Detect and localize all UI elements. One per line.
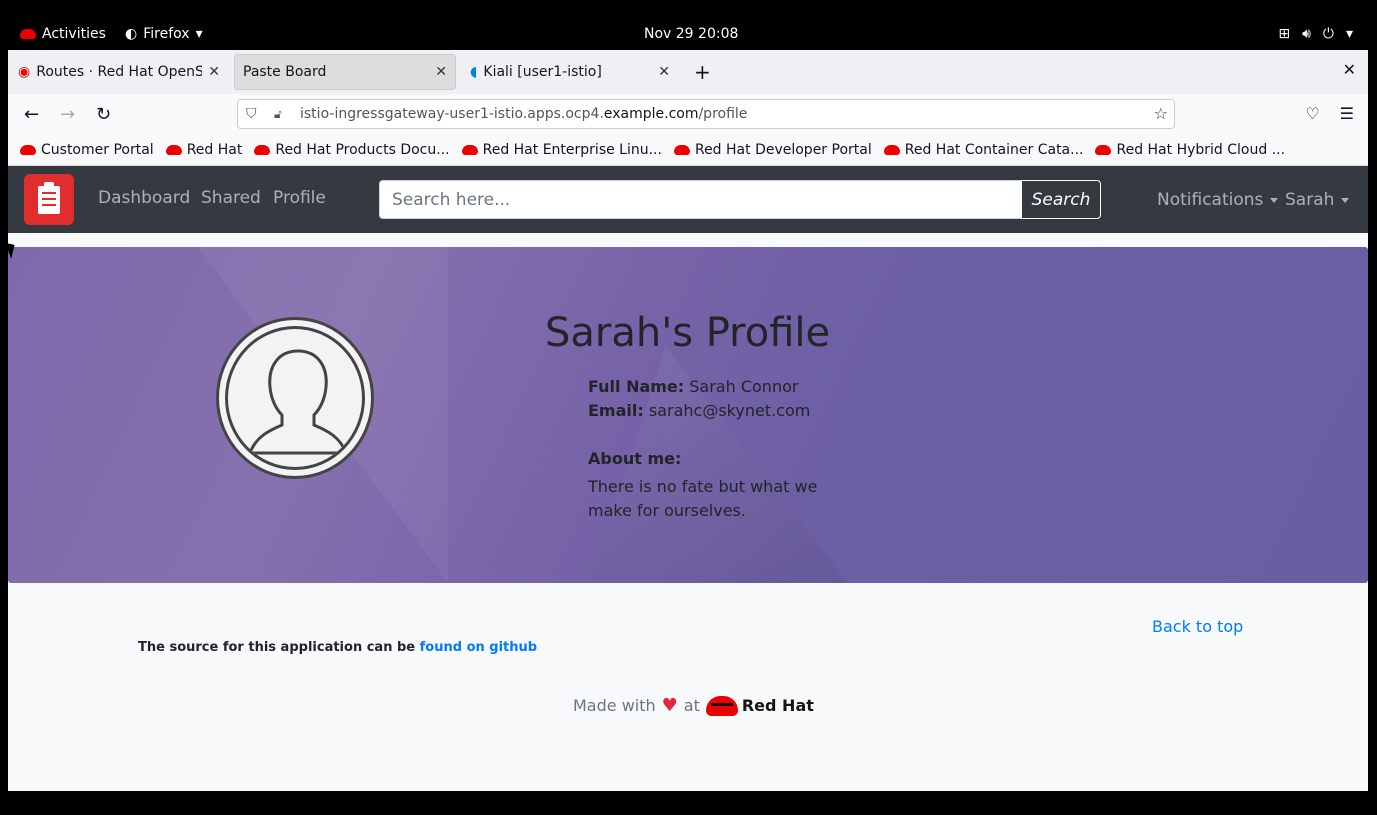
bookmark-item[interactable]: Red Hat Hybrid Cloud ... — [1095, 142, 1285, 158]
bookmark-item[interactable]: Red Hat Enterprise Linu... — [461, 142, 662, 158]
app-menu[interactable]: ◐ Firefox ▾ — [125, 26, 203, 42]
full-name-value: Sarah Connor — [689, 377, 799, 396]
activities-button[interactable]: Activities — [20, 26, 106, 42]
tab-paste-board[interactable]: Paste Board ✕ — [234, 54, 456, 90]
nav-profile-link[interactable]: Profile — [273, 188, 326, 208]
bookmark-item[interactable]: Red Hat Products Docu... — [254, 142, 450, 158]
about-text: There is no fate but what we make for ou… — [588, 477, 818, 520]
hamburger-menu-icon[interactable]: ☰ — [1340, 104, 1354, 123]
notifications-dropdown[interactable]: Notifications — [1157, 190, 1279, 210]
system-tray[interactable]: ⊞ 🔊︎ ⏻ ▾ — [1278, 26, 1353, 42]
volume-icon: 🔊︎ — [1302, 26, 1311, 42]
notifications-label: Notifications — [1157, 190, 1264, 210]
window-close-icon[interactable]: ✕ — [1343, 60, 1356, 79]
toolbar-right: ♡ ☰ — [1305, 104, 1354, 123]
chevron-down-icon: ▾ — [1345, 26, 1353, 42]
chevron-down-icon: ▾ — [195, 26, 203, 42]
full-name-label: Full Name: — [588, 377, 685, 396]
redhat-icon — [20, 29, 36, 39]
email-row: Email: sarahc@skynet.com — [588, 401, 810, 420]
made-with-footer: Made with ♥ at Red Hat — [573, 695, 814, 716]
email-value: sarahc@skynet.com — [648, 401, 811, 420]
new-tab-button[interactable]: + — [694, 60, 711, 84]
tab-label: Routes · Red Hat OpenShi — [36, 64, 203, 80]
about-label: About me: — [588, 449, 682, 468]
app-navbar: Dashboard Shared Profile Search Notifica… — [8, 166, 1368, 233]
redhat-icon — [1095, 144, 1112, 155]
firefox-window: ◉ Routes · Red Hat OpenShi ✕ Paste Board… — [8, 50, 1368, 791]
shield-icon[interactable]: ⛉ — [246, 106, 262, 122]
bookmark-item[interactable]: Red Hat — [165, 142, 242, 158]
bookmarks-toolbar: Customer Portal Red Hat Red Hat Products… — [8, 134, 1368, 166]
redhat-icon — [673, 144, 690, 155]
redhat-logo: Red Hat — [705, 695, 814, 716]
bookmark-item[interactable]: Red Hat Developer Portal — [673, 142, 872, 158]
user-label: Sarah — [1285, 190, 1335, 210]
user-dropdown[interactable]: Sarah — [1285, 190, 1350, 210]
search-input[interactable] — [379, 180, 1021, 219]
redhat-icon — [254, 144, 271, 155]
redhat-icon — [20, 144, 36, 155]
nav-dashboard-link[interactable]: Dashboard — [98, 188, 190, 208]
bookmark-star-icon[interactable]: ☆ — [1154, 104, 1168, 123]
close-icon[interactable]: ✕ — [658, 64, 670, 80]
tab-label: Paste Board — [243, 64, 327, 80]
navigation-toolbar: ← → ↻ ⛉ 🔓︎ istio-ingressgateway-user1-is… — [8, 94, 1368, 134]
tab-routes[interactable]: ◉ Routes · Red Hat OpenShi ✕ — [10, 54, 228, 90]
github-link[interactable]: found on github — [420, 640, 537, 655]
tab-label: Kiali [user1-istio] — [483, 64, 602, 80]
network-icon: ⊞ — [1278, 26, 1291, 42]
firefox-icon: ◐ — [125, 26, 138, 42]
back-button[interactable]: ← — [24, 104, 39, 125]
insecure-lock-icon[interactable]: 🔓︎ — [274, 107, 290, 122]
redhat-icon — [705, 695, 738, 716]
profile-banner: Sarah's Profile Full Name: Sarah Connor … — [8, 247, 1368, 583]
avatar — [216, 317, 374, 479]
reload-button[interactable]: ↻ — [96, 104, 111, 125]
url-text[interactable]: istio-ingressgateway-user1-istio.apps.oc… — [300, 106, 747, 122]
url-bar[interactable]: ⛉ 🔓︎ istio-ingressgateway-user1-istio.ap… — [237, 99, 1175, 129]
heart-icon: ♥ — [661, 695, 678, 716]
openshift-icon: ◉ — [18, 64, 31, 80]
close-icon[interactable]: ✕ — [435, 64, 447, 80]
pocket-icon[interactable]: ♡ — [1305, 104, 1319, 123]
app-menu-label: Firefox — [143, 26, 190, 42]
page-title: Sarah's Profile — [545, 310, 831, 356]
caret-down-icon — [1341, 197, 1350, 203]
source-text: The source for this application can be f… — [138, 640, 538, 655]
search-form: Search — [379, 180, 1101, 219]
clock[interactable]: Nov 29 20:08 — [644, 26, 738, 42]
caret-down-icon — [1270, 197, 1279, 203]
redhat-icon — [883, 144, 900, 155]
kiali-icon: ◖ — [470, 64, 478, 80]
redhat-icon — [165, 144, 182, 155]
full-name-row: Full Name: Sarah Connor — [588, 377, 798, 396]
close-icon[interactable]: ✕ — [208, 64, 220, 80]
activities-label: Activities — [42, 26, 106, 42]
redhat-icon — [461, 144, 478, 155]
clipboard-logo-icon[interactable] — [24, 174, 74, 225]
back-to-top-link[interactable]: Back to top — [1152, 617, 1243, 636]
nav-shared-link[interactable]: Shared — [201, 188, 261, 208]
tab-kiali[interactable]: ◖ Kiali [user1-istio] ✕ — [462, 54, 678, 90]
user-silhouette-icon — [247, 349, 349, 455]
email-label: Email: — [588, 401, 644, 420]
bookmark-item[interactable]: Red Hat Container Cata... — [883, 142, 1083, 158]
tab-bar: ◉ Routes · Red Hat OpenShi ✕ Paste Board… — [8, 50, 1368, 94]
gnome-top-bar: Activities ◐ Firefox ▾ Nov 29 20:08 ⊞ 🔊︎… — [0, 0, 1377, 50]
bookmark-item[interactable]: Customer Portal — [20, 142, 154, 158]
forward-button[interactable]: → — [60, 104, 75, 125]
search-button[interactable]: Search — [1021, 180, 1101, 219]
power-icon: ⏻ — [1322, 26, 1334, 42]
